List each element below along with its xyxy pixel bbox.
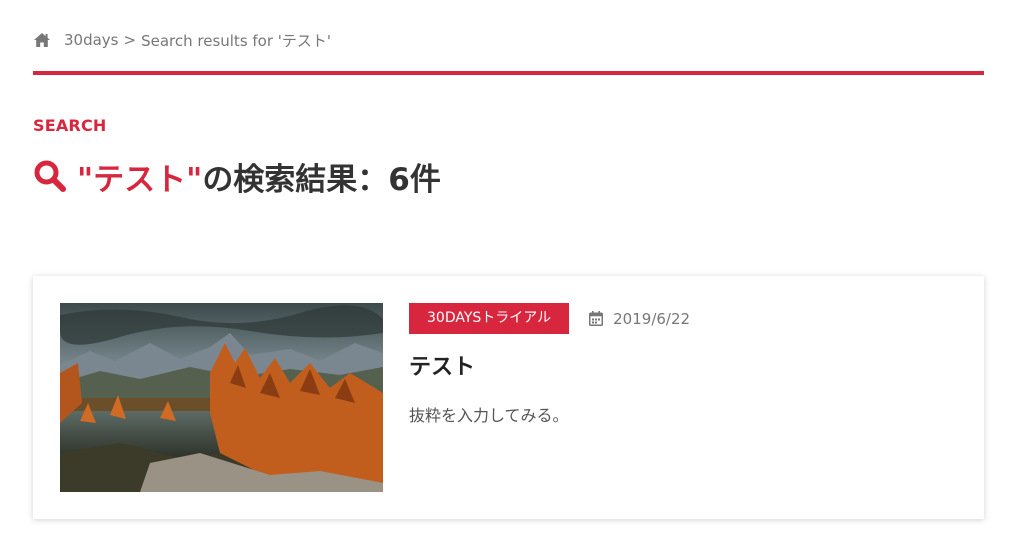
category-badge[interactable]: 30DAYSトライアル bbox=[409, 303, 570, 334]
search-result-count: の検索結果：6件 bbox=[202, 161, 441, 198]
search-icon bbox=[34, 160, 66, 192]
calendar-icon bbox=[589, 311, 604, 326]
header-divider bbox=[33, 71, 984, 75]
breadcrumb-current: Search results for 'テスト' bbox=[141, 31, 332, 50]
post-date-text: 2019/6/22 bbox=[613, 309, 691, 328]
result-thumbnail[interactable] bbox=[60, 303, 383, 492]
breadcrumb-site-link[interactable]: 30days bbox=[64, 31, 119, 49]
post-excerpt: 抜粋を入力してみる。 bbox=[409, 406, 569, 425]
landscape-image bbox=[60, 303, 383, 492]
post-title-link[interactable]: テスト bbox=[409, 349, 475, 381]
breadcrumb: 30days > Search results for 'テスト' bbox=[33, 29, 331, 51]
page-title: "テスト" の検索結果：6件 bbox=[33, 154, 441, 198]
search-query: "テスト" bbox=[77, 161, 203, 198]
section-label: SEARCH bbox=[33, 116, 107, 135]
breadcrumb-separator: > bbox=[123, 31, 137, 49]
result-card: 30DAYSトライアル 2019/6/22 テスト 抜粋を入力してみる。 bbox=[33, 276, 984, 519]
result-meta: 30DAYSトライアル 2019/6/22 bbox=[409, 303, 690, 334]
post-date: 2019/6/22 bbox=[589, 310, 690, 328]
home-icon[interactable] bbox=[33, 32, 51, 48]
